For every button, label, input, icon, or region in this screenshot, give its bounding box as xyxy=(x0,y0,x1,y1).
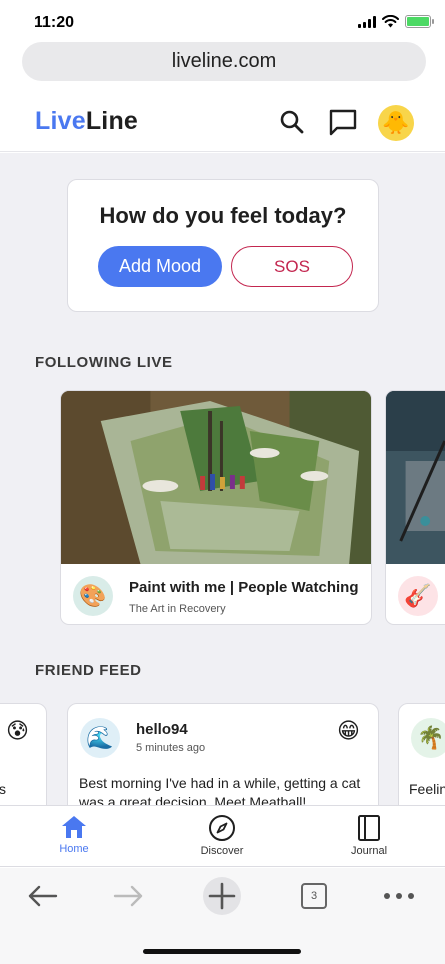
feed-card[interactable]: 🌊 hello94 5 minutes ago 😁 Best morning I… xyxy=(67,703,379,805)
arrow-right-icon xyxy=(113,885,143,907)
sos-button[interactable]: SOS xyxy=(231,246,353,287)
mood-question: How do you feel today? xyxy=(99,203,347,228)
live-card[interactable]: 🎨 Paint with me | People Watching The Ar… xyxy=(60,390,372,625)
feed-mood-emoji: 😰 xyxy=(6,718,29,743)
profile-avatar-emoji: 🐥 xyxy=(382,110,410,135)
forward-button[interactable] xyxy=(107,876,151,916)
feed-text: Best morning I've had in a while, gettin… xyxy=(79,775,361,805)
new-tab-button[interactable] xyxy=(200,876,244,916)
more-button[interactable] xyxy=(377,876,421,916)
logo-line: Line xyxy=(85,107,139,135)
nav-discover[interactable]: Discover xyxy=(162,806,282,868)
nav-home[interactable]: Home xyxy=(14,806,134,868)
live-card[interactable]: 🎸 xyxy=(385,390,445,625)
search-icon xyxy=(280,110,304,134)
user-avatar[interactable]: 🌊 xyxy=(80,718,120,758)
mood-card: How do you feel today? Add Mood SOS xyxy=(67,179,379,312)
app-logo[interactable]: LiveLine xyxy=(35,107,138,136)
compass-icon xyxy=(209,815,235,841)
tabs-count-icon: 3 xyxy=(301,883,327,909)
live-title: Paint with me | People Watching xyxy=(129,579,359,596)
tabs-button[interactable]: 3 xyxy=(292,876,336,916)
home-indicator-area xyxy=(0,924,445,964)
messages-button[interactable] xyxy=(327,106,359,138)
friend-feed-heading: FRIEND FEED xyxy=(35,662,142,679)
home-indicator[interactable] xyxy=(143,949,301,954)
home-icon xyxy=(62,816,86,838)
wave-icon: 🌊 xyxy=(86,725,114,750)
status-time: 11:20 xyxy=(34,14,75,31)
logo-live: Live xyxy=(35,107,86,135)
chat-icon xyxy=(329,109,357,136)
user-avatar[interactable]: 🌴 xyxy=(411,718,445,758)
more-dots-icon xyxy=(384,893,414,899)
main-content[interactable]: How do you feel today? Add Mood SOS FOLL… xyxy=(0,153,445,805)
guitar-icon: 🎸 xyxy=(404,583,432,608)
signal-icon xyxy=(358,15,376,28)
feed-username[interactable]: hello94 xyxy=(136,721,188,738)
feed-card[interactable]: 🌴 Feelin xyxy=(398,703,445,805)
status-bar: 11:20 xyxy=(0,0,445,40)
following-live-heading: FOLLOWING LIVE xyxy=(35,354,173,371)
live-thumbnail xyxy=(386,391,445,564)
bottom-nav: Home Discover Journal xyxy=(0,805,445,867)
live-avatar: 🎸 xyxy=(398,576,438,616)
wifi-icon xyxy=(382,15,399,28)
arrow-left-icon xyxy=(28,885,58,907)
tabs-count: 3 xyxy=(310,890,318,902)
status-icons xyxy=(358,15,434,28)
live-thumbnail xyxy=(61,391,371,564)
plus-icon xyxy=(203,877,241,915)
journal-icon xyxy=(358,815,380,841)
profile-avatar[interactable]: 🐥 xyxy=(378,105,414,141)
live-avatar: 🎨 xyxy=(73,576,113,616)
nav-journal-label: Journal xyxy=(350,845,388,857)
search-button[interactable] xyxy=(276,106,308,138)
nav-journal[interactable]: Journal xyxy=(309,806,429,868)
back-button[interactable] xyxy=(20,876,64,916)
feed-card[interactable]: 😰 s xyxy=(0,703,47,805)
feed-text: s xyxy=(0,781,6,797)
feed-mood-emoji: 😁 xyxy=(337,718,360,743)
url-bar[interactable]: liveline.com xyxy=(22,42,426,81)
feed-text: Feelin xyxy=(409,781,445,797)
add-mood-button[interactable]: Add Mood xyxy=(98,246,222,287)
palm-tree-icon: 🌴 xyxy=(417,725,445,750)
live-info: 🎨 Paint with me | People Watching The Ar… xyxy=(61,564,371,624)
nav-home-label: Home xyxy=(59,843,89,855)
live-channel: The Art in Recovery xyxy=(129,603,226,615)
nav-discover-label: Discover xyxy=(200,845,244,857)
live-info: 🎸 xyxy=(386,564,445,624)
browser-toolbar: 3 xyxy=(0,868,445,924)
battery-icon xyxy=(405,15,434,28)
feed-timestamp: 5 minutes ago xyxy=(136,742,206,754)
palette-icon: 🎨 xyxy=(79,583,107,608)
url-text: liveline.com xyxy=(171,50,277,72)
